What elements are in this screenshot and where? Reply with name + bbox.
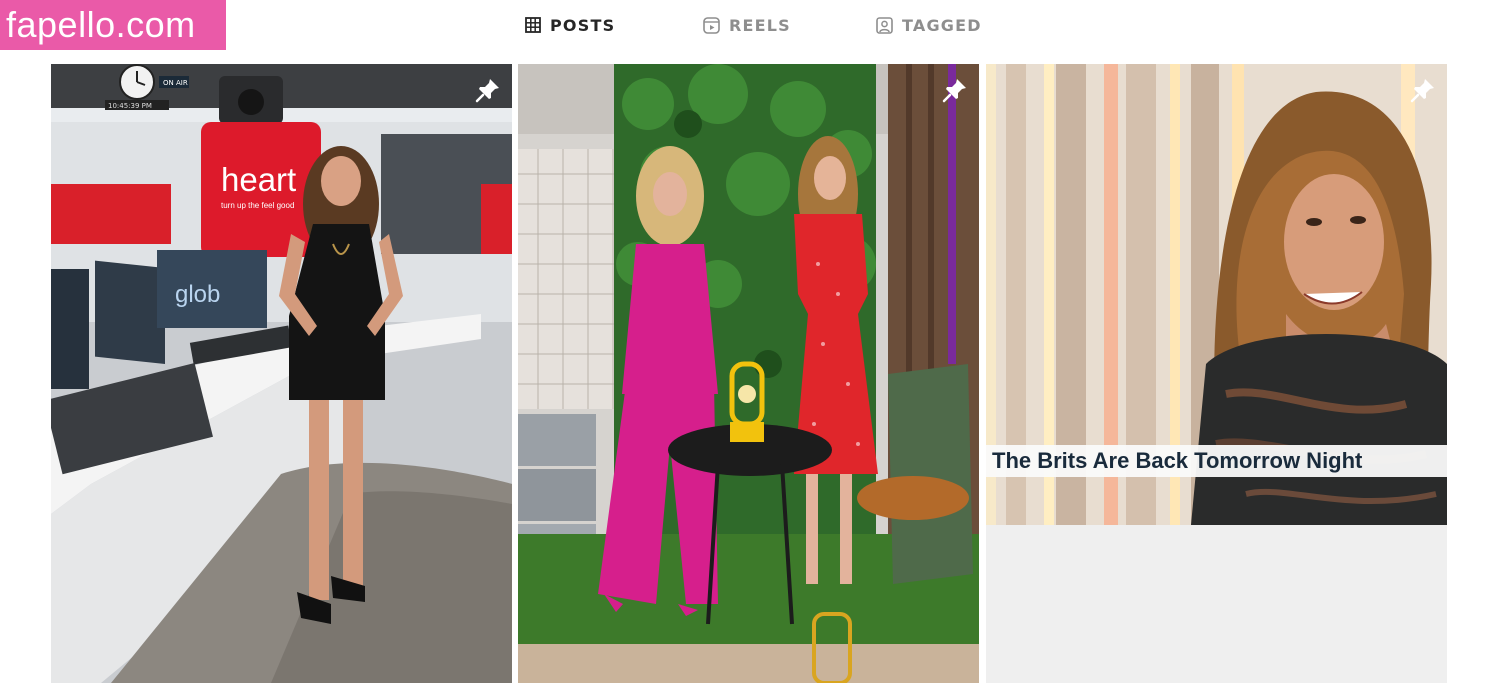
- video-caption: The Brits Are Back Tomorrow Night: [986, 445, 1447, 477]
- tab-reels[interactable]: REELS: [703, 12, 791, 38]
- profile-tabs: POSTS REELS TAGGED: [0, 0, 1507, 50]
- tab-posts-label: POSTS: [550, 15, 616, 35]
- pin-icon: [942, 79, 966, 103]
- tab-reels-label: REELS: [729, 15, 791, 35]
- pin-icon: [1410, 79, 1434, 103]
- post-tile[interactable]: [518, 64, 979, 683]
- tab-tagged[interactable]: TAGGED: [876, 12, 982, 38]
- tab-posts[interactable]: POSTS: [525, 12, 615, 38]
- heart-logo-text: heart: [221, 161, 296, 198]
- globe-logo-text: glob: [175, 281, 220, 308]
- empty-tile-placeholder: [986, 525, 1447, 683]
- studio-clock-text: 10:45:39 PM: [108, 102, 152, 110]
- pin-icon: [475, 79, 499, 103]
- post-image: [518, 64, 979, 683]
- on-air-sign-text: ON AIR: [163, 79, 188, 87]
- post-image: 10:45:39 PM ON AIR heart turn up the fee…: [51, 64, 512, 683]
- tab-tagged-label: TAGGED: [902, 15, 982, 35]
- post-tile[interactable]: 10:45:39 PM ON AIR heart turn up the fee…: [51, 64, 512, 683]
- heart-tagline-text: turn up the feel good: [221, 201, 294, 210]
- reels-icon: [703, 16, 720, 34]
- grid-icon: [525, 17, 541, 33]
- tagged-icon: [876, 16, 893, 34]
- post-tile[interactable]: The Brits Are Back Tomorrow Night: [986, 64, 1447, 525]
